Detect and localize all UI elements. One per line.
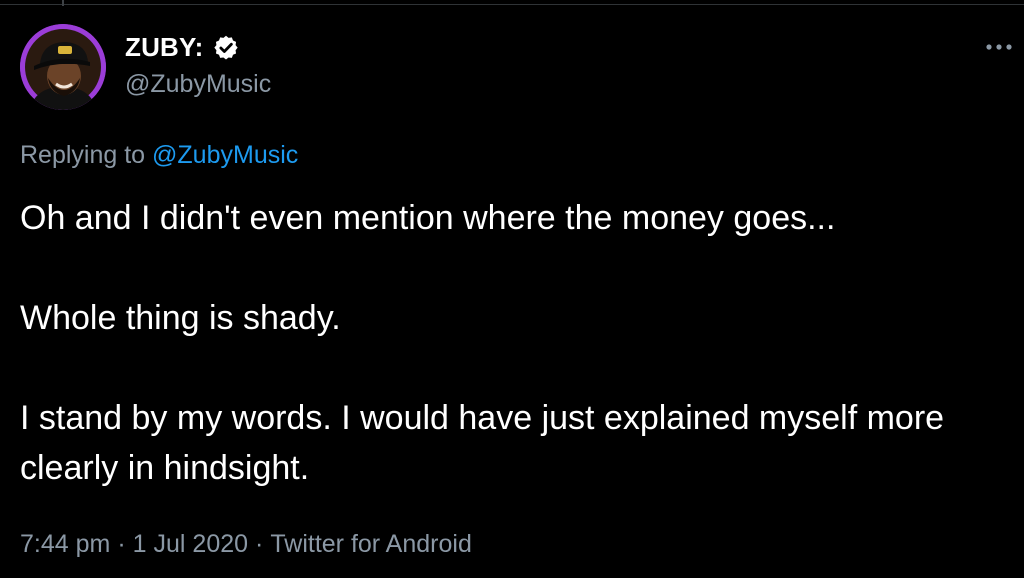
tweet-time[interactable]: 7:44 pm (20, 530, 110, 559)
author-name-row[interactable]: ZUBY: (125, 32, 240, 63)
meta-separator: · (255, 530, 264, 558)
reply-context: Replying to @ZubyMusic (20, 141, 298, 170)
reply-prefix: Replying to (20, 141, 146, 169)
tweet-source-link[interactable]: Twitter for Android (270, 530, 471, 559)
tweet-paragraph: I stand by my words. I would have just e… (20, 399, 945, 487)
more-horizontal-icon (986, 44, 1012, 50)
tweet-text: Oh and I didn't even mention where the m… (20, 193, 1010, 493)
thread-divider (0, 0, 1024, 5)
tweet-paragraph: Oh and I didn't even mention where the m… (20, 199, 836, 237)
author-display-name[interactable]: ZUBY: (125, 32, 204, 63)
avatar[interactable] (20, 24, 106, 110)
meta-separator: · (117, 530, 126, 558)
tweet-metadata: 7:44 pm · 1 Jul 2020 · Twitter for Andro… (20, 530, 472, 559)
tweet-paragraph: Whole thing is shady. (20, 299, 341, 337)
thread-connector-line (62, 0, 64, 6)
tweet-date[interactable]: 1 Jul 2020 (133, 530, 248, 559)
avatar-image (20, 24, 106, 110)
author-handle[interactable]: @ZubyMusic (125, 70, 271, 99)
verified-badge-icon (212, 34, 240, 62)
reply-mention-link[interactable]: @ZubyMusic (152, 141, 298, 169)
more-options-button[interactable] (982, 32, 1016, 62)
